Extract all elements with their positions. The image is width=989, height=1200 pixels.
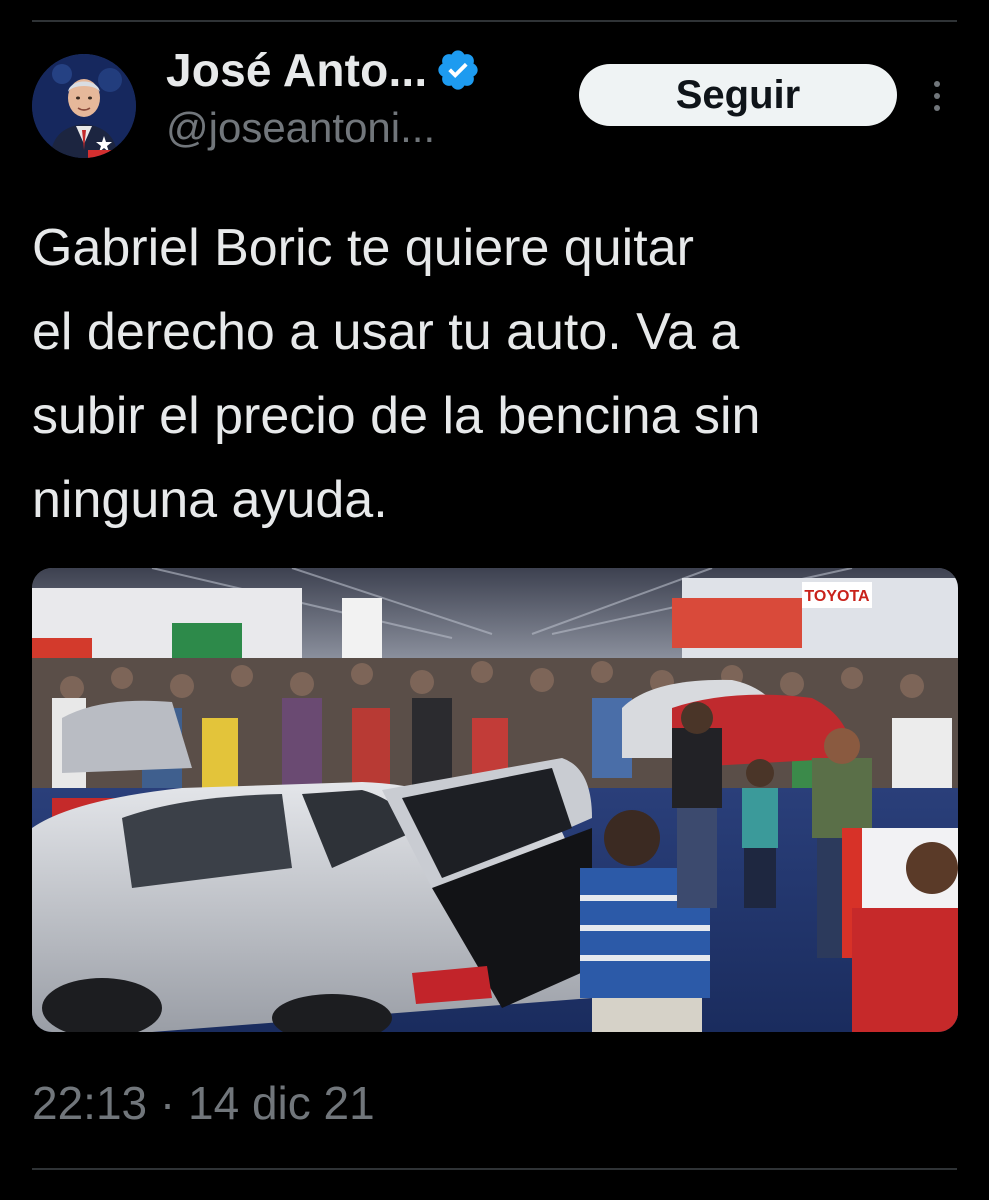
bottom-divider [32,1168,957,1170]
tweet-timestamp[interactable]: 22:13 · 14 dic 21 [32,1076,375,1130]
tweet-media-photo[interactable]: TOYOTA [32,568,958,1032]
author-display-name[interactable]: José Anto... [166,43,427,97]
follow-button[interactable]: Seguir [579,64,897,126]
tweet-text: Gabriel Boric te quiere quitar el derech… [32,219,761,529]
author-name-row[interactable]: José Anto... [166,42,481,98]
verified-badge-icon [435,47,481,93]
author-handle[interactable]: @joseantoni... [166,104,435,152]
avatar-image [32,54,136,158]
top-divider [32,20,957,22]
toyota-sign: TOYOTA [804,588,870,605]
avatar[interactable] [32,54,136,158]
more-vertical-icon[interactable] [926,76,948,116]
car-show-photo: TOYOTA [32,568,958,1032]
